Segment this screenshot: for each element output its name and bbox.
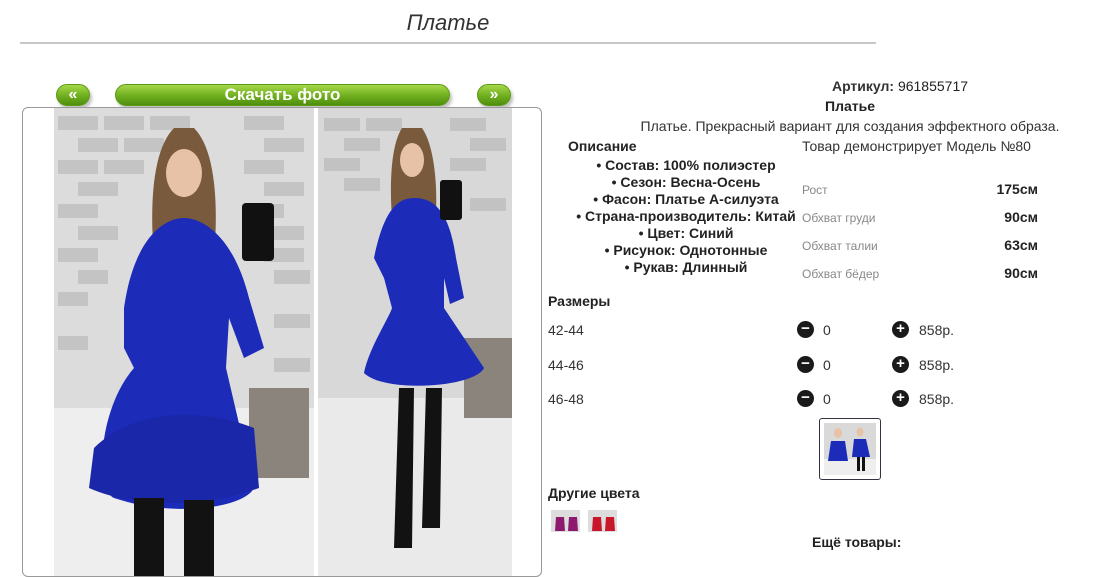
attribute-item: Состав: 100% полиэстер bbox=[560, 157, 812, 174]
qty-value: 0 bbox=[823, 322, 831, 338]
measure-label: Обхват бёдер bbox=[802, 267, 880, 281]
attribute-item: Рукав: Длинный bbox=[560, 259, 812, 276]
decrease-qty-button[interactable]: − bbox=[797, 321, 814, 338]
attribute-list: Состав: 100% полиэстер Сезон: Весна-Осен… bbox=[560, 157, 812, 276]
product-photo[interactable] bbox=[54, 108, 512, 577]
color-variant-image bbox=[552, 511, 579, 531]
increase-qty-button[interactable]: + bbox=[892, 390, 909, 407]
measure-row-hips: Обхват бёдер 90см bbox=[802, 265, 1038, 285]
measure-value: 63см bbox=[1004, 237, 1038, 253]
other-colors-heading: Другие цвета bbox=[548, 485, 640, 501]
article-label: Артикул: bbox=[831, 78, 895, 94]
page-title: Платье bbox=[20, 10, 876, 44]
qty-value: 0 bbox=[823, 357, 831, 373]
qty-value: 0 bbox=[823, 391, 831, 407]
color-variant-thumbnail[interactable] bbox=[551, 510, 580, 532]
attribute-item: Рисунок: Однотонные bbox=[560, 242, 812, 259]
model-title: Товар демонстрирует Модель №80 bbox=[802, 138, 1031, 154]
article-value: 961855717 bbox=[897, 78, 969, 94]
product-description: Платье. Прекрасный вариант для создания … bbox=[640, 118, 1060, 134]
size-row: 44-46 − 0 + 858р. bbox=[548, 356, 968, 376]
size-label: 46-48 bbox=[548, 391, 584, 407]
size-label: 44-46 bbox=[548, 357, 584, 373]
download-photo-button[interactable]: Скачать фото bbox=[115, 84, 450, 106]
decrease-qty-button[interactable]: − bbox=[797, 356, 814, 373]
product-thumbnail[interactable] bbox=[819, 418, 881, 480]
measure-label: Обхват груди bbox=[802, 211, 876, 225]
size-row: 46-48 − 0 + 858р. bbox=[548, 390, 968, 410]
prev-photo-button[interactable]: « bbox=[56, 84, 90, 106]
thumbnail-image bbox=[824, 423, 876, 475]
sizes-heading: Размеры bbox=[548, 293, 611, 309]
measure-label: Обхват талии bbox=[802, 239, 878, 253]
measure-value: 90см bbox=[1004, 265, 1038, 281]
attribute-item: Цвет: Синий bbox=[560, 225, 812, 242]
measure-row-height: Рост 175см bbox=[802, 181, 1038, 201]
description-heading: Описание bbox=[568, 138, 637, 154]
article-line: Артикул: 961855717 bbox=[680, 78, 1111, 94]
price: 858р. bbox=[919, 357, 955, 373]
product-name: Платье bbox=[825, 98, 875, 114]
size-label: 42-44 bbox=[548, 322, 584, 338]
attribute-item: Страна-производитель: Китай bbox=[560, 208, 812, 225]
measure-row-bust: Обхват груди 90см bbox=[802, 209, 1038, 229]
measure-row-waist: Обхват талии 63см bbox=[802, 237, 1038, 257]
size-row: 42-44 − 0 + 858р. bbox=[548, 321, 968, 341]
price: 858р. bbox=[919, 391, 955, 407]
product-photo-frame bbox=[22, 107, 542, 577]
increase-qty-button[interactable]: + bbox=[892, 321, 909, 338]
next-photo-button[interactable]: » bbox=[477, 84, 511, 106]
measure-label: Рост bbox=[802, 183, 828, 197]
increase-qty-button[interactable]: + bbox=[892, 356, 909, 373]
color-variant-image bbox=[589, 511, 616, 531]
more-goods-heading: Ещё товары: bbox=[812, 534, 902, 550]
attribute-item: Фасон: Платье А-силуэта bbox=[560, 191, 812, 208]
price: 858р. bbox=[919, 322, 955, 338]
color-variant-thumbnail[interactable] bbox=[588, 510, 617, 532]
measure-value: 175см bbox=[996, 181, 1038, 197]
decrease-qty-button[interactable]: − bbox=[797, 390, 814, 407]
measure-value: 90см bbox=[1004, 209, 1038, 225]
attribute-item: Сезон: Весна-Осень bbox=[560, 174, 812, 191]
